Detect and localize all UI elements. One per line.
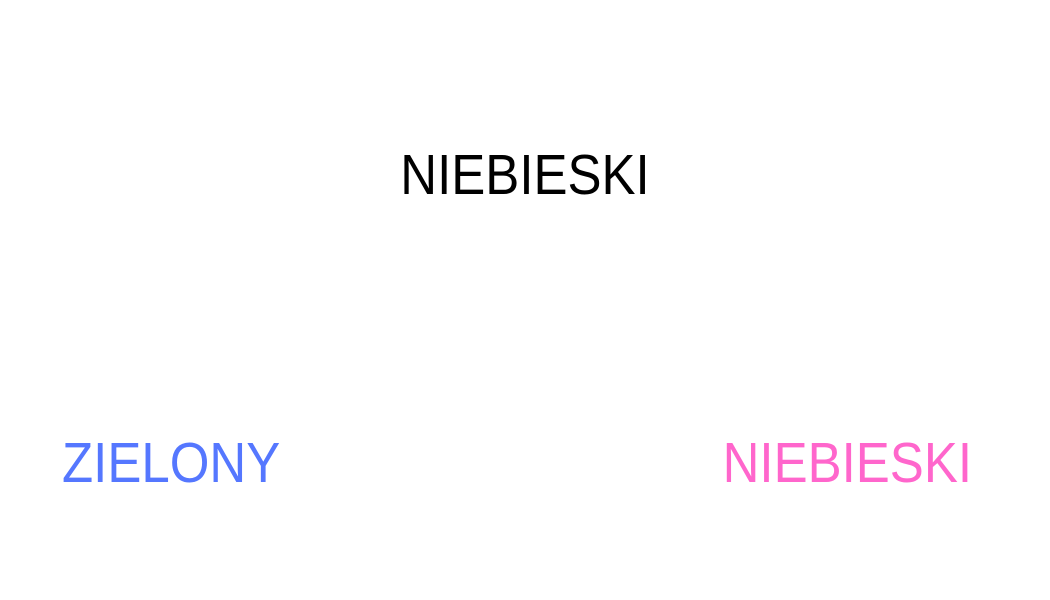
answer-option-left[interactable]: ZIELONY	[62, 435, 280, 491]
prompt-word: NIEBIESKI	[400, 143, 650, 207]
answer-option-right[interactable]: NIEBIESKI	[723, 435, 972, 491]
